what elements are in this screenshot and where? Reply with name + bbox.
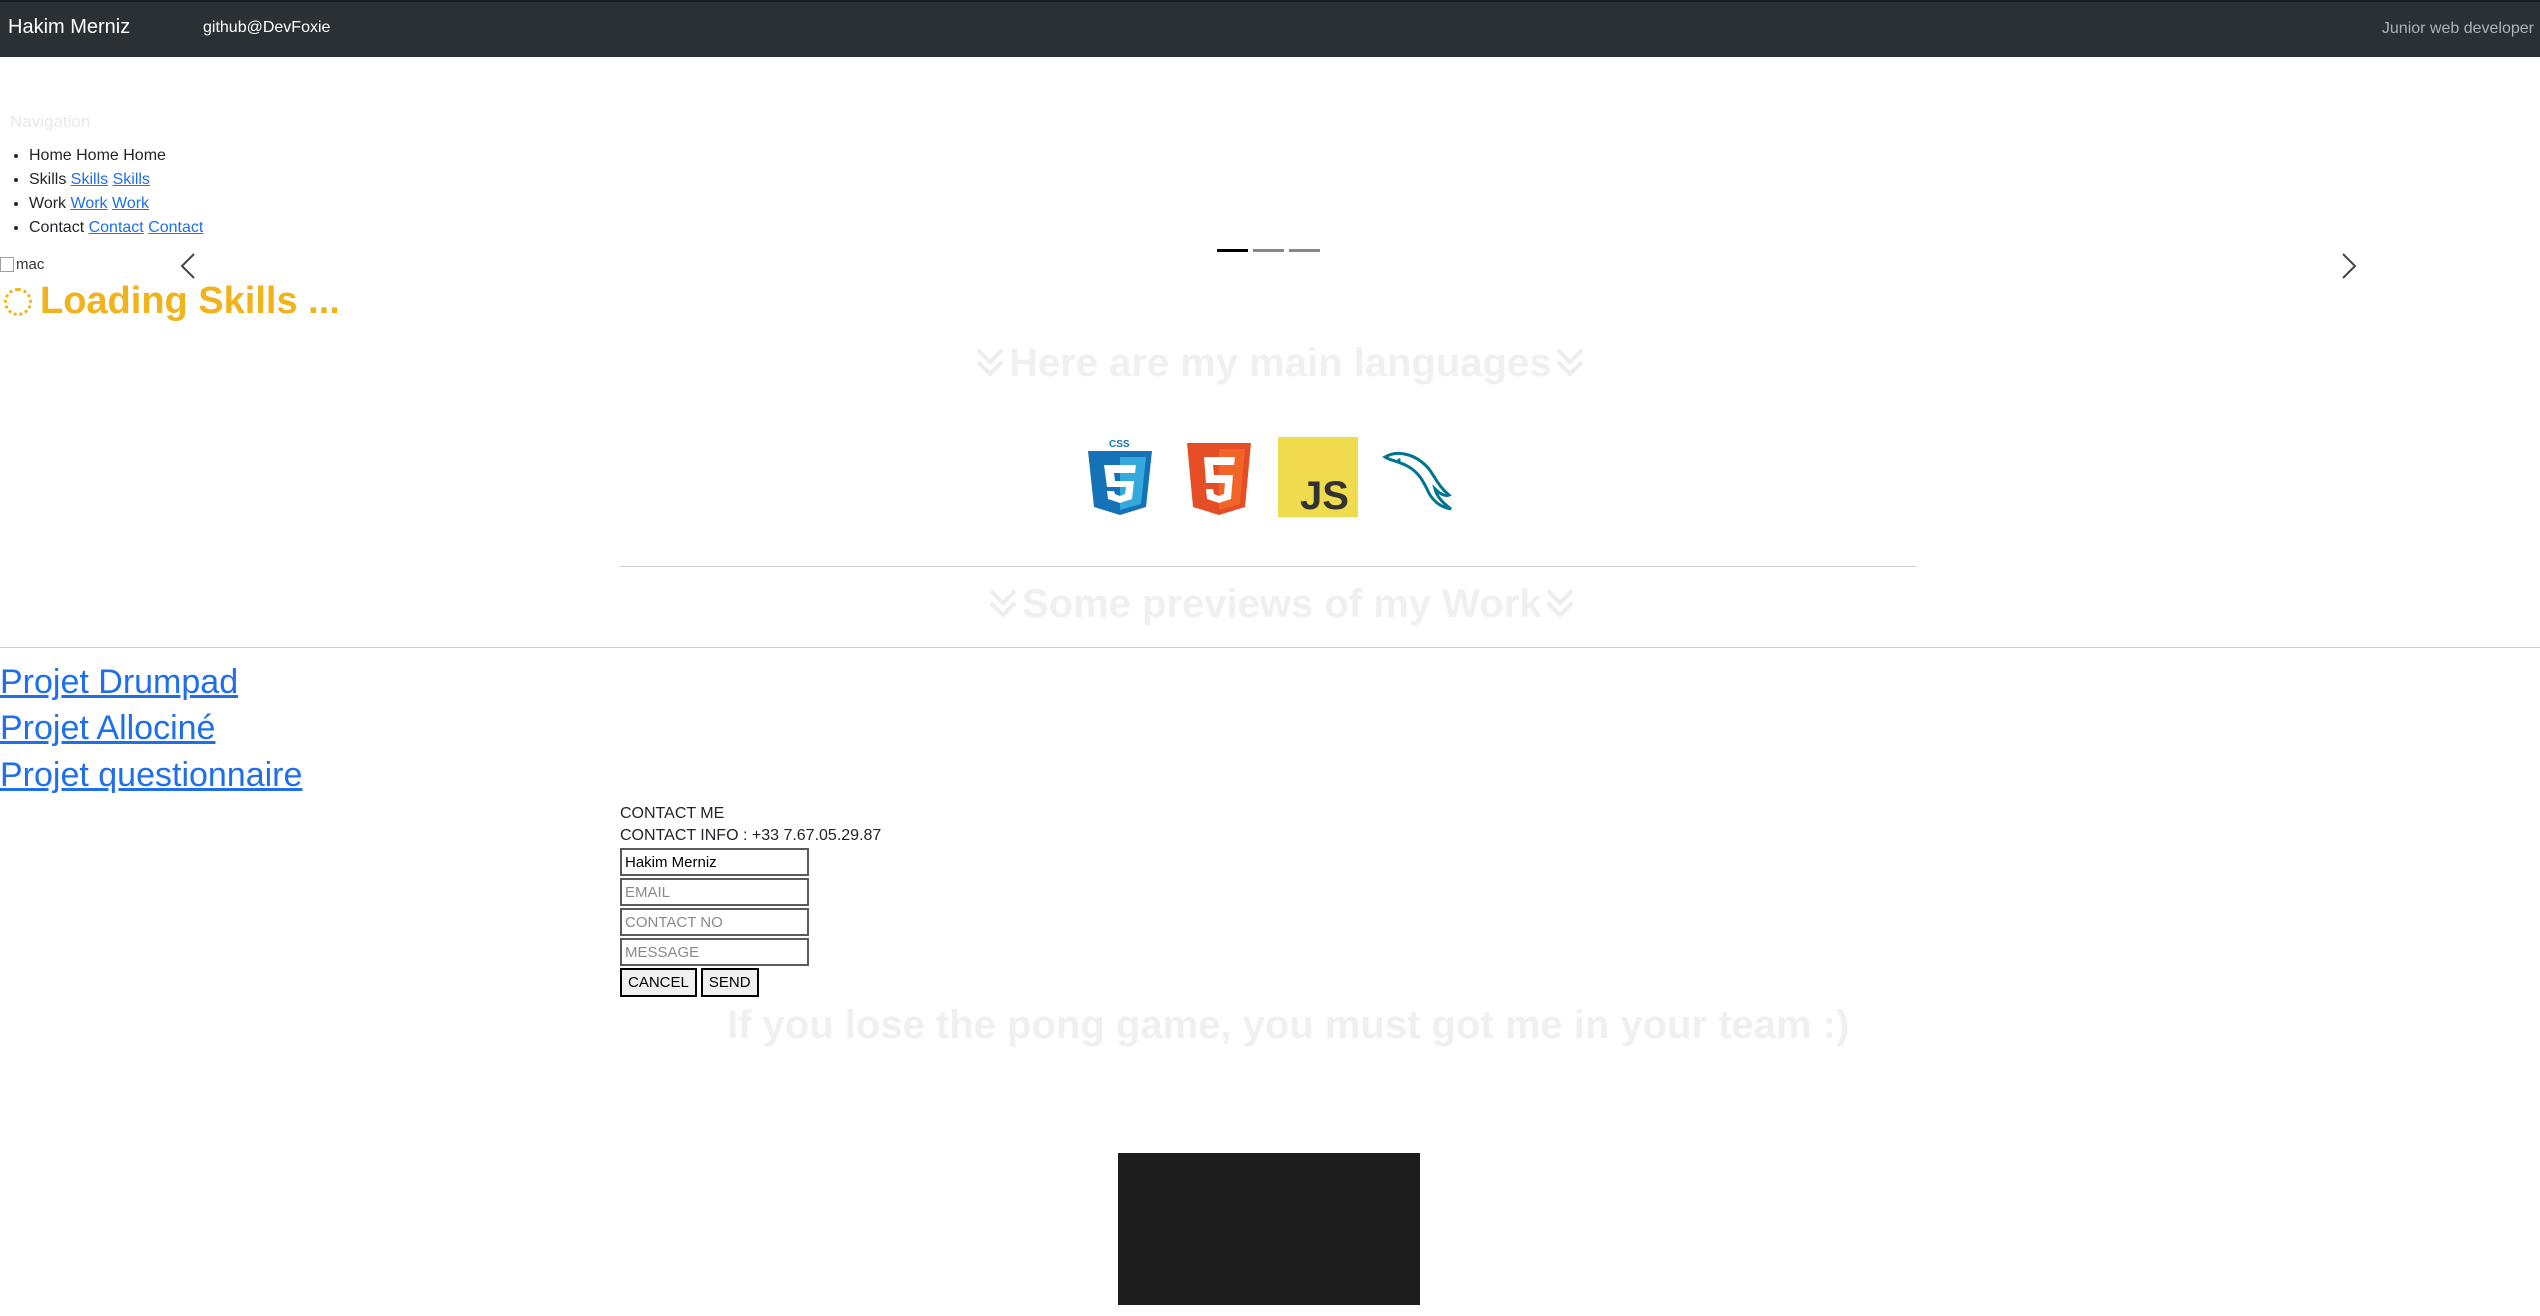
section-divider	[620, 566, 1916, 567]
email-field[interactable]	[620, 878, 809, 906]
carousel-next-button[interactable]	[2329, 246, 2369, 286]
carousel-indicator-2[interactable]	[1253, 249, 1284, 252]
work-heading: Some previews of my Work	[988, 582, 1575, 627]
contact-number-field[interactable]	[620, 908, 809, 936]
image-alt-text: mac	[16, 256, 45, 273]
nav-item-label: Contact	[29, 219, 85, 236]
language-icons: CSS JS	[1080, 437, 1457, 517]
double-chevron-down-icon	[1557, 348, 1584, 377]
contact-form: CONTACT ME CONTACT INFO : +33 7.67.05.29…	[620, 805, 881, 997]
project-link-questionnaire[interactable]: Projet questionnaire	[0, 756, 302, 795]
double-chevron-down-icon	[976, 348, 1004, 377]
pong-caption: If you lose the pong game, you must got …	[727, 1003, 1850, 1047]
mysql-dolphin-icon	[1382, 452, 1452, 511]
work-link[interactable]: Work	[71, 195, 108, 212]
languages-heading: Here are my main languages	[975, 341, 1585, 386]
name-field[interactable]	[620, 848, 809, 876]
broken-image-icon	[0, 257, 14, 272]
contact-title: CONTACT ME	[620, 805, 725, 822]
project-link-drumpad[interactable]: Projet Drumpad	[0, 663, 238, 702]
loading-text: Loading Skills ...	[40, 280, 340, 322]
carousel-indicators	[1217, 249, 1320, 252]
spinner-icon	[4, 287, 32, 316]
nav-item-label: Skills	[29, 171, 67, 188]
contact-link[interactable]: Contact	[148, 219, 203, 236]
javascript-icon-label: JS	[1300, 474, 1349, 517]
work-link[interactable]: Work	[112, 195, 149, 212]
carousel-indicator-1[interactable]	[1217, 249, 1248, 252]
work-heading-text: Some previews of my Work	[1022, 582, 1542, 626]
pong-game-canvas[interactable]	[1118, 1153, 1420, 1305]
project-link-allocine[interactable]: Projet Allociné	[0, 709, 215, 748]
navbar-brand[interactable]: Hakim Merniz	[8, 16, 130, 39]
languages-heading-text: Here are my main languages	[1009, 341, 1552, 385]
chevron-left-icon	[180, 253, 195, 279]
nav-item-contact: Contact Contact Contact	[29, 216, 203, 240]
full-width-divider	[0, 647, 2540, 648]
css3-icon-label: CSS	[1109, 439, 1130, 450]
nav-list: Home Home Home Skills Skills Skills Work…	[0, 144, 203, 240]
css3-icon: CSS	[1088, 439, 1152, 515]
double-chevron-down-icon	[1547, 589, 1574, 618]
github-link[interactable]: github@DevFoxie	[203, 19, 330, 37]
faint-nav-label: Navigation	[10, 112, 91, 131]
nav-item-label: Home Home Home	[29, 147, 166, 164]
skills-link[interactable]: Skills	[113, 171, 150, 188]
skills-link[interactable]: Skills	[71, 171, 108, 188]
message-field[interactable]	[620, 938, 809, 966]
role-text: Junior web developer	[2381, 20, 2534, 37]
nav-item-work: Work Work Work	[29, 192, 203, 216]
navbar: Hakim Merniz github@DevFoxie Junior web …	[0, 0, 2540, 57]
nav-item-home: Home Home Home	[29, 144, 203, 168]
carousel-indicator-3[interactable]	[1289, 249, 1320, 252]
loading-skills: Loading Skills ...	[4, 280, 340, 323]
double-chevron-down-icon	[989, 589, 1017, 618]
form-buttons: CANCEL SEND	[620, 968, 881, 997]
html5-icon	[1187, 443, 1251, 515]
send-button[interactable]: SEND	[700, 968, 759, 997]
contact-info: CONTACT INFO : +33 7.67.05.29.87	[620, 827, 882, 844]
carousel-image-broken: mac	[0, 256, 44, 273]
nav-item-skills: Skills Skills Skills	[29, 168, 203, 192]
cancel-button[interactable]: CANCEL	[620, 968, 697, 997]
contact-link[interactable]: Contact	[89, 219, 144, 236]
chevron-right-icon	[2342, 253, 2357, 279]
javascript-icon: JS	[1278, 437, 1358, 517]
nav-item-label: Work	[29, 195, 67, 212]
